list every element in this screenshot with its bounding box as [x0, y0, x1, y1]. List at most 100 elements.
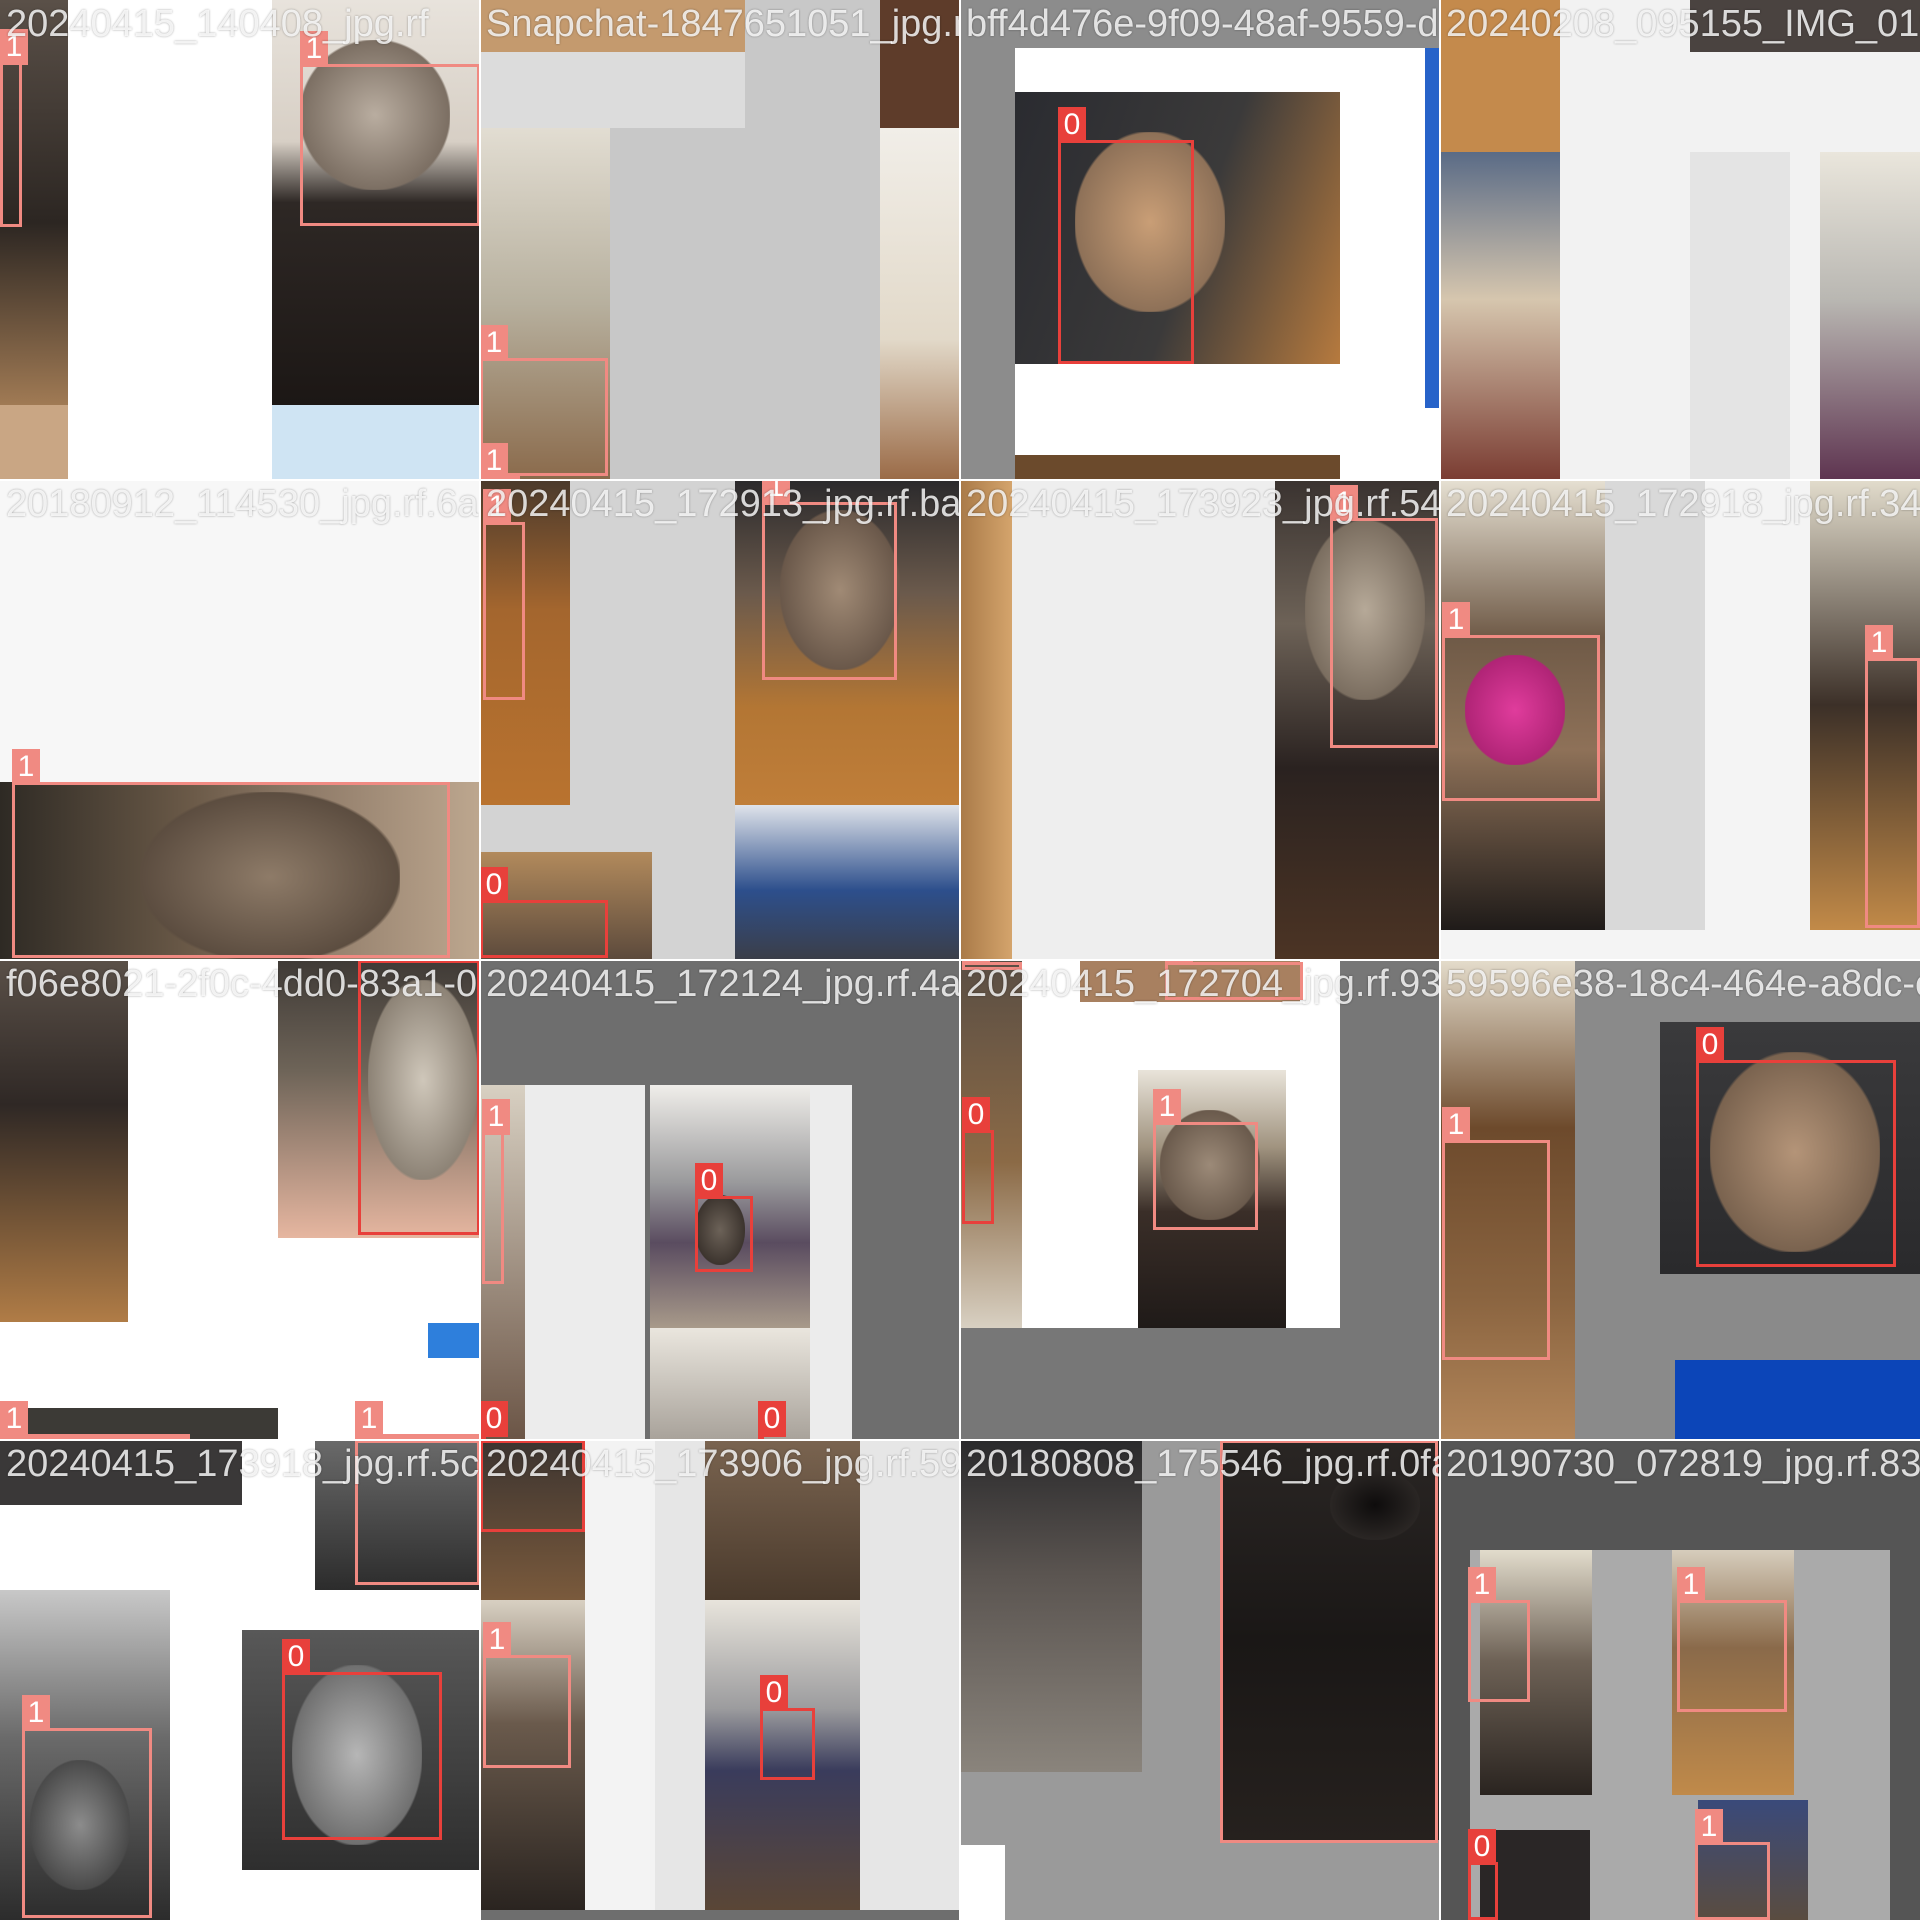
bounding-box: 1: [1153, 1089, 1258, 1230]
image-filename: 20240415_172704_jpg.rf.93: [966, 963, 1440, 1005]
class-label: 0: [695, 1163, 723, 1199]
mosaic-tile: 1 20180808_175546_jpg.rf.0fa: [960, 1440, 1440, 1920]
bounding-box: 1: [1865, 625, 1920, 928]
bounding-box: 0: [1058, 107, 1194, 364]
image-filename: 20240415_140408_jpg.rf: [6, 3, 429, 45]
image-filename: 20190730_072819_jpg.rf.83: [1446, 1443, 1920, 1485]
image-filename: 20240415_172913_jpg.rf.ba: [486, 483, 960, 525]
bounding-box: 1: [0, 29, 28, 227]
stool-photo: [0, 960, 128, 1322]
image-filename: 20240415_173923_jpg.rf.54: [966, 483, 1440, 525]
photo-fragment: [1675, 1360, 1920, 1440]
class-label: 1: [480, 443, 508, 479]
image-filename: 20240415_172124_jpg.rf.4a: [486, 963, 960, 1005]
photo-fragment: [960, 1845, 1005, 1920]
mosaic-tile: 1 1 20240415_172918_jpg.rf.34: [1440, 480, 1920, 960]
bounding-box: 1: [483, 489, 525, 700]
photo-fragment: [428, 1323, 480, 1358]
class-label: 1: [480, 325, 508, 361]
mosaic-tile: 1 1 20240415_140408_jpg.rf: [0, 0, 480, 480]
mosaic-tile: 1 20180912_114530_jpg.rf.6a: [0, 480, 480, 960]
class-label: 0: [480, 1401, 508, 1437]
mosaic-tile: 0 1 1 f06e8021-2f0c-4dd0-83a1-0: [0, 960, 480, 1440]
bounding-box: 0: [760, 1675, 815, 1780]
bounding-box: 1: [22, 1695, 152, 1918]
bounding-box: 1: [1442, 1107, 1550, 1360]
mosaic-tile: 0 bff4d476e-9f09-48af-9559-d: [960, 0, 1440, 480]
bounding-box: 0: [1696, 1027, 1896, 1267]
class-label: 0: [282, 1639, 310, 1675]
class-label: 0: [758, 1401, 786, 1437]
bounding-box: 1: [1695, 1809, 1770, 1920]
grid-divider: [0, 479, 1920, 481]
bounding-box: 0: [480, 867, 608, 958]
image-filename: f06e8021-2f0c-4dd0-83a1-0: [6, 963, 478, 1005]
chair-photo: [960, 1440, 1142, 1772]
table-photo: [960, 480, 1012, 960]
bounding-box: 1: [482, 1099, 510, 1284]
mosaic-tile: 1 20240415_173923_jpg.rf.54: [960, 480, 1440, 960]
bounding-box: 1: [762, 480, 897, 680]
image-filename: 59596e38-18c4-464e-a8dc-e: [1446, 963, 1920, 1005]
class-label: 1: [1442, 602, 1470, 638]
bounding-box: 1: [1330, 485, 1438, 748]
photo-fragment: [1425, 48, 1440, 408]
photo-fragment: [480, 1910, 960, 1920]
class-label: 1: [1695, 1809, 1723, 1845]
mosaic-tile: 1 1 0 1 20240415_172704_jpg.rf.93: [960, 960, 1440, 1440]
class-label: 1: [1677, 1567, 1705, 1603]
image-filename: 20180808_175546_jpg.rf.0fa: [966, 1443, 1440, 1485]
photo-fragment: [0, 405, 68, 480]
mosaic-tile: 1 1 0 20240415_172913_jpg.rf.ba: [480, 480, 960, 960]
photo-fragment: [525, 1085, 645, 1440]
sofa-photo: [1820, 152, 1920, 480]
photo-fragment: [650, 1328, 810, 1440]
bounding-box: 0: [695, 1163, 753, 1272]
window-photo: [272, 405, 480, 480]
room-photo: [735, 805, 960, 960]
class-label: 0: [1696, 1027, 1724, 1063]
image-filename: Snapchat-1847651051_jpg.r: [486, 3, 960, 45]
mosaic-tile: 1 0 59596e38-18c4-464e-a8dc-e: [1440, 960, 1920, 1440]
mosaic-tile: 1 0 1 20240415_173918_jpg.rf.5c: [0, 1440, 480, 1920]
bounding-box: 1: [12, 749, 450, 958]
class-label: 1: [12, 749, 40, 785]
class-label: 1: [1468, 1567, 1496, 1603]
class-label: 0: [962, 1097, 990, 1133]
grid-divider: [0, 959, 1920, 961]
mosaic-tile: 1 1 Snapchat-1847651051_jpg.r: [480, 0, 960, 480]
photo-fragment: [1015, 455, 1340, 480]
grid-divider: [0, 1439, 1920, 1441]
bounding-box: 1: [1442, 602, 1600, 801]
image-filename: 20240415_173918_jpg.rf.5c: [6, 1443, 480, 1485]
bounding-box: 1: [1677, 1567, 1787, 1712]
class-label: 0: [480, 867, 508, 903]
class-label: 1: [1442, 1107, 1470, 1143]
photo-fragment: [1605, 480, 1705, 930]
image-filename: 20180912_114530_jpg.rf.6a: [6, 483, 479, 525]
class-label: 1: [355, 1401, 383, 1437]
bounding-box: 0: [1468, 1829, 1498, 1920]
class-label: 1: [482, 1099, 510, 1135]
class-label: 0: [1468, 1829, 1496, 1865]
image-filename: 20240415_172918_jpg.rf.34: [1446, 483, 1920, 525]
class-label: 0: [760, 1675, 788, 1711]
mosaic-grid: 1 1 20240415_140408_jpg.rf 1 1 Snapchat-…: [0, 0, 1920, 1920]
bounding-box: 1: [300, 31, 480, 226]
class-label: 1: [22, 1695, 50, 1731]
bounding-box: 1: [483, 1622, 571, 1768]
mosaic-tile: 0 1 0 20240415_173906_jpg.rf.59: [480, 1440, 960, 1920]
image-filename: bff4d476e-9f09-48af-9559-d: [966, 3, 1439, 45]
photo-fragment: [1690, 152, 1790, 480]
class-label: 1: [1865, 625, 1893, 661]
photo-fragment: [960, 0, 1015, 480]
class-label: 0: [1058, 107, 1086, 143]
bounding-box: 0: [962, 1097, 994, 1224]
mosaic-tile: 1 1 1 0 20190730_072819_jpg.rf.83: [1440, 1440, 1920, 1920]
class-label: 1: [483, 1622, 511, 1658]
room-photo: [1440, 152, 1560, 480]
photo-fragment: [810, 1085, 852, 1440]
room-photo: [880, 128, 960, 480]
class-label: 1: [1153, 1089, 1181, 1125]
bounding-box: 1: [1220, 1440, 1438, 1843]
